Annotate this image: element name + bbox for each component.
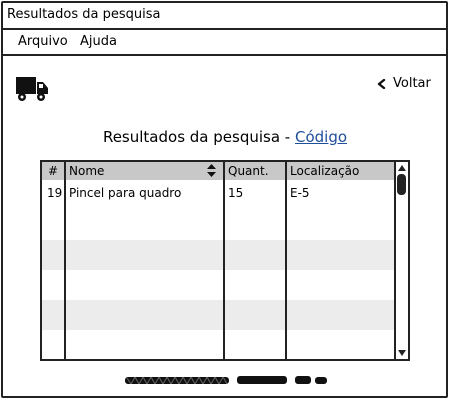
scrollbar-thumb[interactable] bbox=[397, 174, 406, 195]
column-divider bbox=[223, 162, 225, 359]
truck-icon bbox=[16, 77, 48, 101]
table-row bbox=[42, 210, 394, 240]
column-divider bbox=[64, 162, 66, 359]
table-row bbox=[42, 330, 394, 359]
cell-number: 19 bbox=[47, 186, 63, 200]
column-header-nome[interactable]: Nome bbox=[69, 162, 104, 180]
column-divider bbox=[285, 162, 287, 359]
column-header-quant[interactable]: Quant. bbox=[228, 162, 269, 180]
table-row bbox=[42, 240, 394, 270]
table-row bbox=[42, 300, 394, 330]
window-title: Resultados da pesquisa bbox=[7, 7, 161, 22]
scroll-up-icon[interactable] bbox=[398, 165, 406, 171]
sort-updown-icon[interactable] bbox=[207, 164, 216, 177]
table-row[interactable]: 19 Pincel para quadro 15 E-5 bbox=[42, 180, 394, 210]
footer-scribble bbox=[125, 375, 327, 386]
scroll-down-icon[interactable] bbox=[398, 350, 406, 356]
heading-code-link[interactable]: Código bbox=[295, 128, 347, 146]
cell-localizacao: E-5 bbox=[290, 186, 310, 200]
menu-item-ajuda[interactable]: Ajuda bbox=[80, 30, 117, 54]
results-table: # Nome Quant. Localização 19 Pincel para… bbox=[40, 160, 410, 361]
chevron-left-icon bbox=[377, 79, 386, 89]
table-header: # Nome Quant. Localização bbox=[42, 162, 394, 180]
column-header-number[interactable]: # bbox=[48, 162, 58, 180]
title-bar: Resultados da pesquisa bbox=[3, 3, 446, 30]
menu-bar: Arquivo Ajuda bbox=[3, 30, 446, 56]
back-label: Voltar bbox=[393, 76, 431, 91]
cell-quant: 15 bbox=[228, 186, 244, 200]
menu-item-arquivo[interactable]: Arquivo bbox=[18, 30, 68, 54]
cell-nome: Pincel para quadro bbox=[69, 186, 182, 200]
page-heading: Resultados da pesquisa - Código bbox=[0, 126, 450, 148]
vertical-scrollbar[interactable] bbox=[394, 162, 408, 359]
heading-prefix: Resultados da pesquisa - bbox=[102, 128, 295, 146]
table-row bbox=[42, 270, 394, 300]
column-header-localizacao[interactable]: Localização bbox=[290, 162, 359, 180]
